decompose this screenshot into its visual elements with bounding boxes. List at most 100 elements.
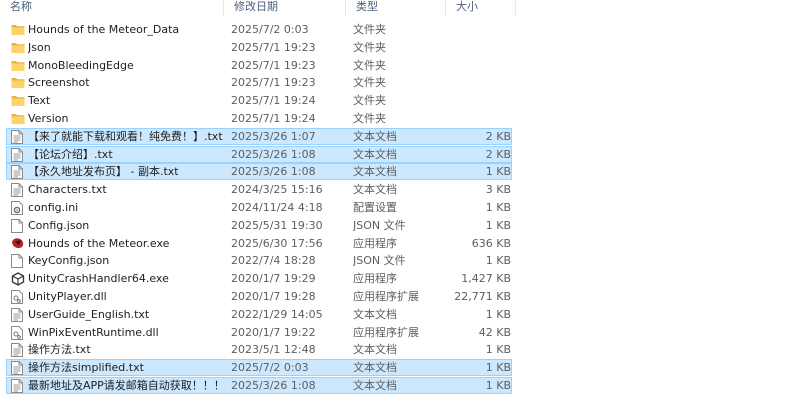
app-exe-icon xyxy=(11,237,25,251)
file-size: 1 KB xyxy=(485,201,511,214)
file-row[interactable]: 最新地址及APP请发邮箱自动获取！！！.... 2025/3/26 1:08 文本文… xyxy=(6,377,512,394)
file-type: 文本文档 xyxy=(353,307,397,321)
blank-file-icon xyxy=(11,218,25,233)
column-header-name[interactable]: 名称 xyxy=(0,0,224,17)
file-row[interactable]: Text 2025/7/1 19:24 文件夹 xyxy=(6,92,512,109)
column-header-date[interactable]: 修改日期 xyxy=(224,0,346,17)
file-date: 2020/1/7 19:29 xyxy=(231,272,316,286)
file-date: 2025/7/1 19:23 xyxy=(231,40,316,54)
file-name: config.ini xyxy=(28,201,79,214)
file-size: 1 KB xyxy=(485,343,511,357)
file-type: 应用程序 xyxy=(353,236,397,250)
file-row[interactable]: MonoBleedingEdge 2025/7/1 19:23 文件夹 xyxy=(6,57,512,74)
file-row[interactable]: 【永久地址发布页】 - 副本.txt 2025/3/26 1:08 文本文档 1 KB xyxy=(6,163,512,181)
column-header-type[interactable]: 类型 xyxy=(346,0,446,17)
text-file-icon xyxy=(11,129,25,144)
folder-icon xyxy=(11,23,25,37)
file-date: 2025/3/26 1:08 xyxy=(231,147,316,161)
file-date: 2025/3/26 1:08 xyxy=(231,165,316,179)
unity-icon xyxy=(11,272,25,286)
file-date: 2025/7/2 0:03 xyxy=(231,23,309,36)
file-row[interactable]: UnityPlayer.dll 2020/1/7 19:28 应用程序扩展 22,77… xyxy=(6,288,512,305)
file-date: 2025/7/1 19:24 xyxy=(231,112,316,125)
file-type: 文件夹 xyxy=(353,58,386,72)
file-type: 文件夹 xyxy=(353,40,386,54)
file-date: 2025/6/30 17:56 xyxy=(231,236,323,250)
file-row[interactable]: 【来了就能下载和观看！纯免费！】.txt 2025/3/26 1:07 文本文档 2 … xyxy=(6,127,512,145)
file-size: 3 KB xyxy=(485,183,511,197)
file-name: 操作方法simplified.txt xyxy=(28,361,144,375)
file-date: 2025/7/2 0:03 xyxy=(231,361,309,375)
file-row[interactable]: 操作方法.txt 2023/5/1 12:48 文本文档 1 KB xyxy=(6,341,512,358)
dll-file-icon xyxy=(11,325,25,340)
file-type: 文本文档 xyxy=(353,361,397,375)
text-file-icon xyxy=(11,343,25,358)
file-date: 2025/3/26 1:07 xyxy=(231,129,316,143)
file-name: KeyConfig.json xyxy=(28,254,110,268)
file-size: 1 KB xyxy=(485,361,511,375)
file-row[interactable]: UserGuide_English.txt 2022/1/29 14:05 文本文档… xyxy=(6,306,512,323)
file-row[interactable]: Version 2025/7/1 19:24 文件夹 xyxy=(6,110,512,127)
file-type: 文件夹 xyxy=(353,112,386,125)
file-date: 2020/1/7 19:22 xyxy=(231,325,316,339)
file-row[interactable]: WinPixEventRuntime.dll 2020/1/7 19:22 应用程序… xyxy=(6,324,512,341)
file-row[interactable]: Config.json 2025/5/31 19:30 JSON 文件 1 KB xyxy=(6,217,512,234)
file-name: WinPixEventRuntime.dll xyxy=(28,325,159,339)
file-row[interactable]: config.ini 2024/11/24 4:18 配置设置 1 KB xyxy=(6,199,512,216)
folder-icon xyxy=(11,76,25,90)
text-file-icon xyxy=(11,183,25,198)
file-size xyxy=(437,40,511,55)
file-date: 2020/1/7 19:28 xyxy=(231,290,316,303)
text-file-icon xyxy=(11,361,25,376)
text-file-icon xyxy=(11,147,25,162)
file-size xyxy=(437,22,511,37)
file-type: JSON 文件 xyxy=(353,254,406,268)
file-name: Text xyxy=(28,94,51,108)
file-name: Config.json xyxy=(28,218,90,232)
file-size: 1 KB xyxy=(485,307,511,321)
file-row[interactable]: Hounds of the Meteor.exe 2025/6/30 17:56 应… xyxy=(6,235,512,252)
text-file-icon xyxy=(11,379,25,393)
file-size xyxy=(437,58,511,73)
file-name: 最新地址及APP请发邮箱自动获取！！！.... xyxy=(28,379,226,392)
column-header-bar: 名称 修改日期 类型 大小 xyxy=(0,0,516,17)
file-size: 1 KB xyxy=(485,218,511,232)
file-row[interactable]: Characters.txt 2024/3/25 15:16 文本文档 3 KB xyxy=(6,181,512,198)
text-file-icon xyxy=(11,165,25,180)
dll-file-icon xyxy=(11,290,25,304)
file-size: 1 KB xyxy=(485,165,511,179)
file-type: 文本文档 xyxy=(353,343,397,357)
file-row[interactable]: Hounds of the Meteor_Data 2025/7/2 0:03 文件… xyxy=(6,21,512,38)
blank-file-icon xyxy=(11,254,25,269)
file-row[interactable]: UnityCrashHandler64.exe 2020/1/7 19:29 应用程… xyxy=(6,270,512,287)
file-type: JSON 文件 xyxy=(353,218,406,232)
file-type: 文本文档 xyxy=(353,183,397,197)
file-size xyxy=(437,75,511,90)
file-date: 2025/7/1 19:23 xyxy=(231,58,316,72)
folder-icon xyxy=(11,59,25,73)
file-name: 操作方法.txt xyxy=(28,343,91,357)
text-file-icon xyxy=(11,307,25,322)
file-name: UnityPlayer.dll xyxy=(28,290,107,303)
file-size xyxy=(437,111,511,126)
file-type: 文本文档 xyxy=(353,147,397,161)
file-size xyxy=(437,93,511,108)
file-date: 2023/5/1 12:48 xyxy=(231,343,316,357)
file-row[interactable]: Json 2025/7/1 19:23 文件夹 xyxy=(6,39,512,56)
file-type: 文件夹 xyxy=(353,23,386,36)
file-date: 2025/5/31 19:30 xyxy=(231,218,323,232)
file-name: Screenshot xyxy=(28,76,90,90)
file-name: Hounds of the Meteor.exe xyxy=(28,236,170,250)
file-row[interactable]: 【论坛介绍】.txt 2025/3/26 1:08 文本文档 2 KB xyxy=(6,145,512,163)
file-size: 1,427 KB xyxy=(461,272,511,286)
file-row[interactable]: KeyConfig.json 2022/7/4 18:28 JSON 文件 1 KB xyxy=(6,252,512,269)
file-date: 2025/7/1 19:23 xyxy=(231,76,316,90)
file-row[interactable]: Screenshot 2025/7/1 19:23 文件夹 xyxy=(6,74,512,91)
file-name: Characters.txt xyxy=(28,183,107,197)
file-type: 配置设置 xyxy=(353,201,397,214)
column-header-size[interactable]: 大小 xyxy=(446,0,516,17)
file-type: 文本文档 xyxy=(353,129,397,143)
file-row[interactable]: 操作方法simplified.txt 2025/7/2 0:03 文本文档 1 KB xyxy=(6,359,512,377)
file-size: 2 KB xyxy=(485,129,511,143)
folder-icon xyxy=(11,41,25,55)
